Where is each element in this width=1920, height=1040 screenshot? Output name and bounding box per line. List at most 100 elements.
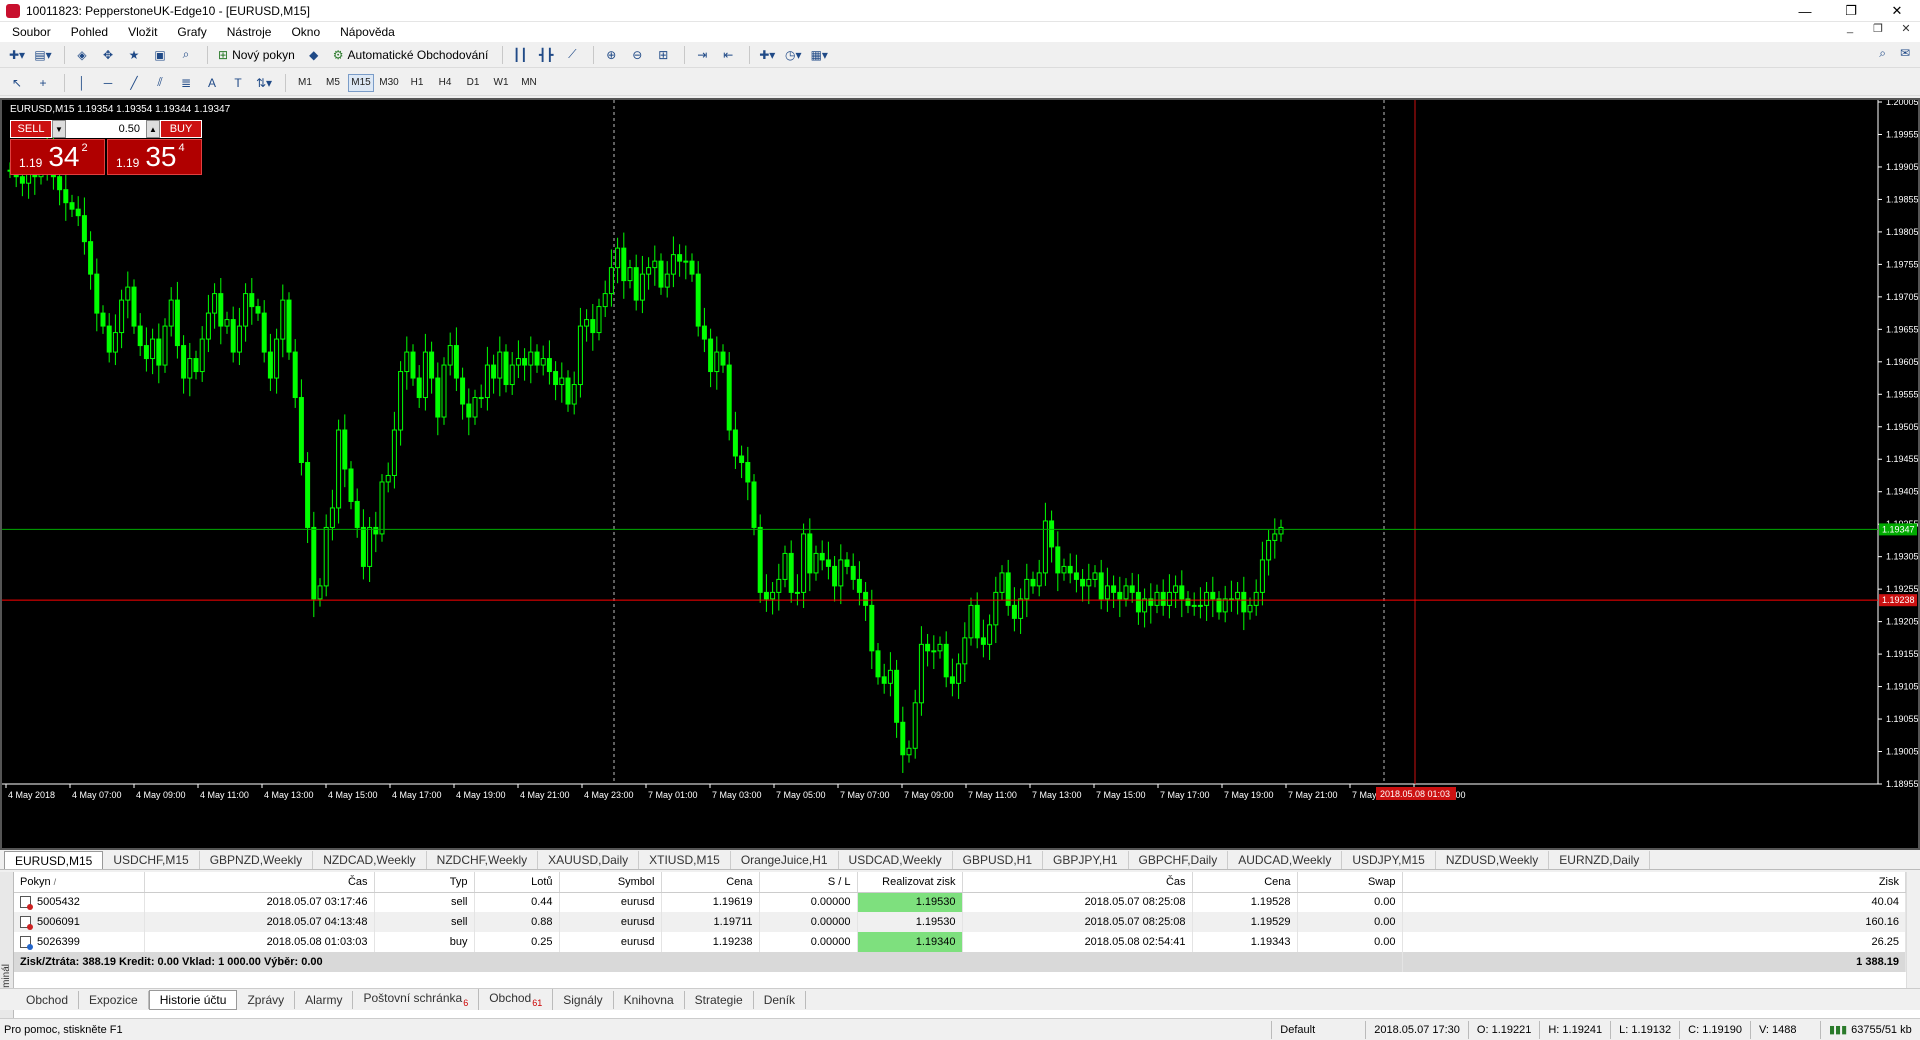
tf-d1[interactable]: D1 bbox=[460, 74, 486, 92]
menu-okno[interactable]: Okno bbox=[291, 25, 320, 39]
navigator-icon[interactable]: ★ bbox=[123, 44, 145, 66]
horizontal-line-icon[interactable]: ─ bbox=[97, 72, 119, 94]
terminal-tab[interactable]: Obchod61 bbox=[479, 989, 554, 1010]
minimize-button[interactable]: — bbox=[1782, 0, 1828, 22]
chat-icon[interactable]: ✉ bbox=[1900, 46, 1910, 61]
mdi-restore-button[interactable]: ❐ bbox=[1864, 22, 1892, 35]
chart-tab[interactable]: NZDUSD,Weekly bbox=[1436, 851, 1550, 869]
arrows-icon[interactable]: ⇅▾ bbox=[253, 72, 275, 94]
templates-icon[interactable]: ▦▾ bbox=[808, 44, 830, 66]
chart-tab[interactable]: XTIUSD,M15 bbox=[639, 851, 731, 869]
indicators-icon[interactable]: ✚▾ bbox=[756, 44, 778, 66]
tf-mn[interactable]: MN bbox=[516, 74, 542, 92]
col-price[interactable]: Cena bbox=[661, 872, 760, 893]
tf-m15[interactable]: M15 bbox=[348, 73, 374, 92]
menu-nastroje[interactable]: Nástroje bbox=[227, 25, 272, 39]
terminal-tab[interactable]: Expozice bbox=[79, 990, 149, 1009]
periods-icon[interactable]: ◷▾ bbox=[782, 44, 804, 66]
tester-icon[interactable]: ⌕ bbox=[175, 44, 197, 66]
menu-napoveda[interactable]: Nápověda bbox=[340, 25, 395, 39]
col-profit[interactable]: Zisk bbox=[1402, 872, 1906, 893]
sell-button[interactable]: SELL bbox=[10, 120, 52, 138]
col-close-time[interactable]: Čas bbox=[962, 872, 1193, 893]
terminal-tab[interactable]: Knihovna bbox=[614, 990, 685, 1009]
col-symbol[interactable]: Symbol bbox=[559, 872, 662, 893]
profiles-icon[interactable]: ▤▾ bbox=[32, 44, 54, 66]
tf-h4[interactable]: H4 bbox=[432, 74, 458, 92]
chart-tab[interactable]: EURNZD,Daily bbox=[1549, 851, 1651, 869]
text-icon[interactable]: A bbox=[201, 72, 223, 94]
table-row[interactable]: 5026399 2018.05.08 01:03:03 buy 0.25 eurusd 1… bbox=[14, 932, 1906, 952]
sell-price[interactable]: 1.19 34 2 bbox=[10, 139, 105, 175]
data-window-icon[interactable]: ✥ bbox=[97, 44, 119, 66]
crosshair-icon[interactable]: + bbox=[32, 72, 54, 94]
mdi-close-button[interactable]: ✕ bbox=[1892, 22, 1920, 35]
vertical-line-icon[interactable]: │ bbox=[71, 72, 93, 94]
col-sl[interactable]: S / L bbox=[759, 872, 858, 893]
terminal-tab[interactable]: Strategie bbox=[685, 990, 754, 1009]
buy-button[interactable]: BUY bbox=[160, 120, 202, 138]
terminal-tab[interactable]: Zprávy bbox=[237, 990, 296, 1009]
chart-tab[interactable]: USDCHF,M15 bbox=[103, 851, 200, 869]
chart-tab[interactable]: GBPJPY,H1 bbox=[1043, 851, 1129, 869]
chart-tab[interactable]: AUDCAD,Weekly bbox=[1228, 851, 1343, 869]
chart-tab[interactable]: GBPCHF,Daily bbox=[1129, 851, 1229, 869]
col-close-price[interactable]: Cena bbox=[1192, 872, 1298, 893]
zoom-out-icon[interactable]: ⊖ bbox=[626, 44, 648, 66]
tf-m30[interactable]: M30 bbox=[376, 74, 402, 92]
menu-soubor[interactable]: Soubor bbox=[12, 25, 51, 39]
menu-vlozit[interactable]: Vložit bbox=[128, 25, 157, 39]
col-ticket[interactable]: Pokyn / bbox=[14, 872, 145, 893]
col-lots[interactable]: Lotů bbox=[474, 872, 560, 893]
col-type[interactable]: Typ bbox=[374, 872, 475, 893]
table-row[interactable]: 5006091 2018.05.07 04:13:48 sell 0.88 eurusd… bbox=[14, 912, 1906, 932]
terminal-tab[interactable]: Historie účtu bbox=[148, 989, 238, 1010]
fibonacci-icon[interactable]: ≣ bbox=[175, 72, 197, 94]
tf-m5[interactable]: M5 bbox=[320, 74, 346, 92]
tf-w1[interactable]: W1 bbox=[488, 74, 514, 92]
autoscroll-icon[interactable]: ⇤ bbox=[717, 44, 739, 66]
status-profile[interactable]: Default bbox=[1271, 1020, 1365, 1039]
col-open-time[interactable]: Čas bbox=[144, 872, 375, 893]
chart-tab[interactable]: NZDCHF,Weekly bbox=[427, 851, 539, 869]
menu-grafy[interactable]: Grafy bbox=[177, 25, 206, 39]
menu-pohled[interactable]: Pohled bbox=[71, 25, 108, 39]
line-chart-icon[interactable]: ⟋ bbox=[561, 44, 583, 66]
terminal-tab[interactable]: Signály bbox=[553, 990, 614, 1009]
lot-decrease-button[interactable]: ▼ bbox=[52, 120, 66, 138]
text-label-icon[interactable]: T bbox=[227, 72, 249, 94]
close-button[interactable]: ✕ bbox=[1874, 0, 1920, 22]
chart-window[interactable]: 1.20005 1.19955 1.19905 1.19855 1.19805 1.197… bbox=[0, 98, 1920, 850]
search-icon[interactable]: ⌕ bbox=[1879, 46, 1886, 61]
chart-tab[interactable]: USDJPY,M15 bbox=[1342, 851, 1436, 869]
lot-size-input[interactable]: 0.50 bbox=[66, 120, 146, 138]
chart-tab[interactable]: NZDCAD,Weekly bbox=[313, 851, 427, 869]
terminal-icon[interactable]: ▣ bbox=[149, 44, 171, 66]
terminal-tab[interactable]: Deník bbox=[754, 990, 807, 1009]
chart-tab[interactable]: GBPUSD,H1 bbox=[953, 851, 1044, 869]
cursor-icon[interactable]: ↖ bbox=[6, 72, 28, 94]
terminal-tab[interactable]: Alarmy bbox=[295, 990, 354, 1009]
chart-shift-icon[interactable]: ⇥ bbox=[691, 44, 713, 66]
chart-tab[interactable]: OrangeJuice,H1 bbox=[731, 851, 839, 869]
trendline-icon[interactable]: ╱ bbox=[123, 72, 145, 94]
chart-tab[interactable]: XAUUSD,Daily bbox=[538, 851, 640, 869]
tf-h1[interactable]: H1 bbox=[404, 74, 430, 92]
bar-chart-icon[interactable]: ┃┃ bbox=[509, 44, 531, 66]
chart-tab[interactable]: USDCAD,Weekly bbox=[839, 851, 953, 869]
market-watch-icon[interactable]: ◈ bbox=[71, 44, 93, 66]
new-order-button[interactable]: ⊞ Nový pokyn bbox=[214, 44, 299, 66]
price-chart[interactable]: 1.200051.199551.199051.198551.198051.197… bbox=[2, 100, 1918, 848]
zoom-in-icon[interactable]: ⊕ bbox=[600, 44, 622, 66]
new-chart-icon[interactable]: ✚▾ bbox=[6, 44, 28, 66]
col-tp[interactable]: Realizovat zisk bbox=[857, 872, 963, 893]
autotrading-button[interactable]: ⚙ Automatické Obchodování bbox=[329, 44, 493, 66]
terminal-tab[interactable]: Obchod bbox=[16, 990, 80, 1009]
candlestick-icon[interactable]: ┫┣ bbox=[535, 44, 557, 66]
terminal-scrollbar[interactable] bbox=[1906, 872, 1920, 992]
col-swap[interactable]: Swap bbox=[1297, 872, 1403, 893]
mdi-minimize-button[interactable]: _ bbox=[1836, 22, 1864, 35]
tf-m1[interactable]: M1 bbox=[292, 74, 318, 92]
table-row[interactable]: 5005432 2018.05.07 03:17:46 sell 0.44 eurusd… bbox=[14, 892, 1906, 912]
channel-icon[interactable]: ⫽ bbox=[149, 72, 171, 94]
